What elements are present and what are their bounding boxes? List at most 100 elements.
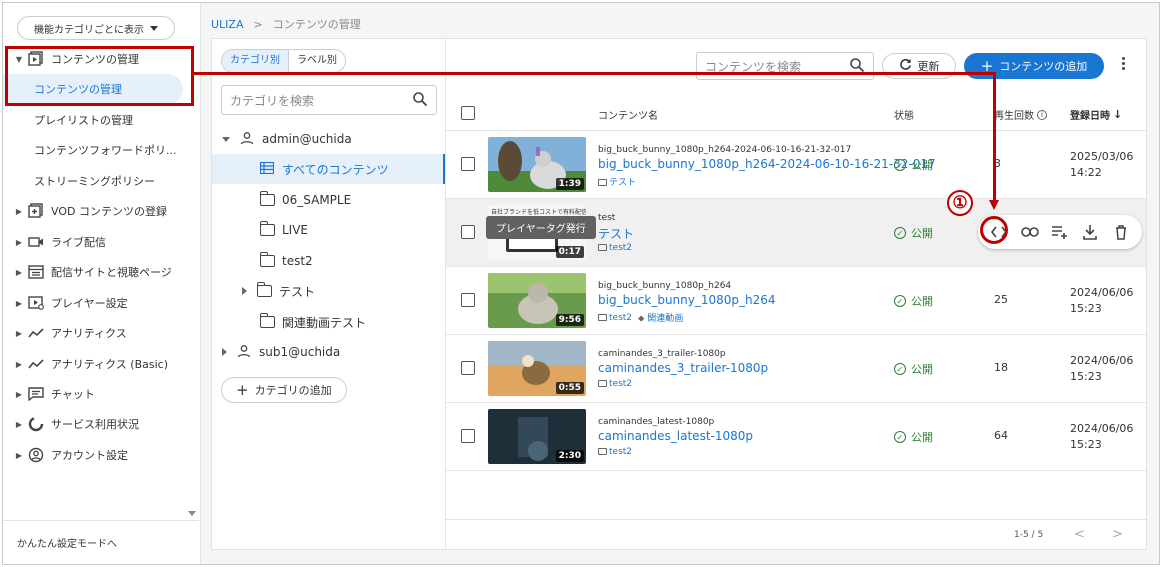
column-plays[interactable]: 再生回数 i <box>994 107 1047 122</box>
chevron-right-icon[interactable]: > <box>1112 527 1123 542</box>
category-select[interactable]: 機能カテゴリごとに表示 <box>17 16 175 40</box>
tag-label[interactable]: test2 <box>609 447 632 457</box>
tag-label[interactable]: test2 <box>609 379 632 389</box>
tag-label[interactable]: テスト <box>609 178 636 188</box>
breadcrumb-root[interactable]: ULIZA <box>211 18 243 31</box>
tag-label[interactable]: test2 <box>609 313 632 323</box>
row-checkbox[interactable] <box>461 361 475 375</box>
content-tags: test2 <box>598 447 632 457</box>
refresh-button[interactable]: 更新 <box>882 53 956 79</box>
site-icon <box>27 264 45 280</box>
column-name[interactable]: コンテンツ名 <box>598 107 658 122</box>
annotation-highlight-box <box>5 46 194 106</box>
sidebar-item-live[interactable]: ▶ ライブ配信 <box>3 227 199 257</box>
sidebar-item-site[interactable]: ▶ 配信サイトと視聴ページ <box>3 257 199 287</box>
caret-right-icon: ▶ <box>15 359 23 369</box>
more-vert-icon[interactable] <box>1118 57 1128 77</box>
chevron-left-icon[interactable]: < <box>1074 527 1085 542</box>
tree-folder-06-sample[interactable]: 06_SAMPLE <box>212 185 446 215</box>
status-badge: ✓ 公開 <box>894 361 933 377</box>
content-title-link[interactable]: caminandes_latest-1080p <box>598 429 753 443</box>
table-row[interactable]: 0:55 caminandes_3_trailer-1080p caminand… <box>446 335 1146 403</box>
play-count: 25 <box>994 293 1008 306</box>
status-label: 公開 <box>911 431 933 444</box>
row-checkbox[interactable] <box>461 293 475 307</box>
tree-all-contents[interactable]: すべてのコンテンツ <box>212 154 446 184</box>
sidebar-item-analytics-basic[interactable]: ▶ アナリティクス (Basic) <box>3 349 199 379</box>
add-category-button[interactable]: + カテゴリの追加 <box>221 377 347 403</box>
caret-right-icon: ▶ <box>15 389 23 399</box>
sidebar-item-label: 配信サイトと視聴ページ <box>51 266 172 279</box>
add-content-button[interactable]: + コンテンツの追加 <box>964 53 1104 79</box>
tree-user-sub1[interactable]: sub1@uchida <box>212 337 446 367</box>
link-icon[interactable] <box>1019 221 1041 243</box>
delete-icon[interactable] <box>1110 221 1132 243</box>
category-select-label: 機能カテゴリごとに表示 <box>34 24 144 36</box>
tag-label[interactable]: 関連動画 <box>647 314 683 324</box>
tree-user-admin[interactable]: admin@uchida <box>212 124 446 154</box>
tree-folder-live[interactable]: LIVE <box>212 215 446 245</box>
caret-right-icon: ▶ <box>15 206 23 216</box>
sidebar-item-vod[interactable]: ▶ VOD コンテンツの登録 <box>3 196 199 226</box>
sidebar-subitem-playlist[interactable]: プレイリストの管理 <box>3 105 199 135</box>
sidebar-subitem-streaming-policy[interactable]: ストリーミングポリシー <box>3 166 199 196</box>
row-checkbox[interactable] <box>461 225 475 239</box>
sidebar-item-chat[interactable]: ▶ チャット <box>3 379 199 409</box>
category-search-placeholder: カテゴリを検索 <box>230 93 315 108</box>
sidebar-subitem-label: プレイリストの管理 <box>34 114 133 127</box>
playlist-add-icon[interactable] <box>1049 221 1071 243</box>
sidebar-item-analytics[interactable]: ▶ アナリティクス <box>3 318 199 348</box>
column-date[interactable]: 登録日時 ↓ <box>1070 107 1122 122</box>
category-search-input[interactable]: カテゴリを検索 <box>221 85 437 115</box>
tab-label[interactable]: ラベル別 <box>289 50 345 72</box>
sidebar-item-usage[interactable]: ▶ サービス利用状況 <box>3 409 199 439</box>
video-thumbnail[interactable]: 1:39 <box>488 137 586 192</box>
content-title-link[interactable]: テスト <box>598 225 634 242</box>
collapse-icon[interactable] <box>222 136 230 142</box>
tree-folder-related[interactable]: 関連動画テスト <box>212 307 446 337</box>
row-checkbox[interactable] <box>461 429 475 443</box>
tree-folder-test[interactable]: テスト <box>212 276 446 306</box>
expand-icon[interactable] <box>242 287 247 295</box>
sidebar-item-player[interactable]: ▶ プレイヤー設定 <box>3 288 199 318</box>
duration-badge: 0:17 <box>555 246 584 258</box>
column-status[interactable]: 状態 <box>894 107 914 122</box>
video-thumbnail[interactable]: 2:30 <box>488 409 586 464</box>
content-title-link[interactable]: big_buck_bunny_1080p_h264 <box>598 293 776 307</box>
check-circle-icon: ✓ <box>894 227 906 239</box>
content-title-link[interactable]: caminandes_3_trailer-1080p <box>598 361 768 375</box>
content-small-title: caminandes_latest-1080p <box>598 417 715 427</box>
tree-label: 関連動画テスト <box>282 315 367 330</box>
table-row[interactable]: 2:30 caminandes_latest-1080p caminandes_… <box>446 403 1146 471</box>
content-search-input[interactable]: コンテンツを検索 <box>696 52 874 80</box>
expand-icon[interactable] <box>222 348 227 356</box>
video-thumbnail[interactable]: 0:55 <box>488 341 586 396</box>
sidebar-subitem-forward-policy[interactable]: コンテンツフォワードポリ... <box>3 135 199 165</box>
content-small-title: big_buck_bunny_1080p_h264-2024-06-10-16-… <box>598 145 852 155</box>
date-line: 2024/06/06 <box>1070 354 1134 367</box>
easy-mode-link[interactable]: かんたん設定モードへ <box>3 520 199 564</box>
content-small-title: test <box>598 213 616 223</box>
folder-icon <box>598 179 607 186</box>
tree-folder-test2[interactable]: test2 <box>212 246 446 276</box>
info-icon[interactable]: i <box>1037 109 1047 120</box>
content-title-link[interactable]: big_buck_bunny_1080p_h264-2024-06-10-16-… <box>598 157 936 171</box>
table-row[interactable]: 1:39 big_buck_bunny_1080p_h264-2024-06-1… <box>446 131 1146 199</box>
date-line: 2025/03/06 <box>1070 150 1134 163</box>
tag-label[interactable]: test2 <box>609 243 632 253</box>
sort-desc-icon: ↓ <box>1113 108 1123 121</box>
tab-category[interactable]: カテゴリ別 <box>222 50 289 72</box>
duration-badge: 2:30 <box>555 450 584 462</box>
sidebar-item-account[interactable]: ▶ アカウント設定 <box>3 440 199 470</box>
search-icon[interactable] <box>412 91 428 110</box>
table-row[interactable]: 9:56 big_buck_bunny_1080p_h264 big_buck_… <box>446 267 1146 335</box>
select-all-checkbox[interactable] <box>461 106 475 120</box>
sidebar-item-label: アナリティクス <box>51 327 127 340</box>
row-checkbox[interactable] <box>461 157 475 171</box>
account-icon <box>27 447 45 463</box>
breadcrumb-current: コンテンツの管理 <box>272 18 361 31</box>
download-icon[interactable] <box>1079 221 1101 243</box>
video-thumbnail[interactable]: 9:56 <box>488 273 586 328</box>
breadcrumb-separator: > <box>253 17 263 31</box>
scroll-down-icon[interactable] <box>188 511 196 516</box>
